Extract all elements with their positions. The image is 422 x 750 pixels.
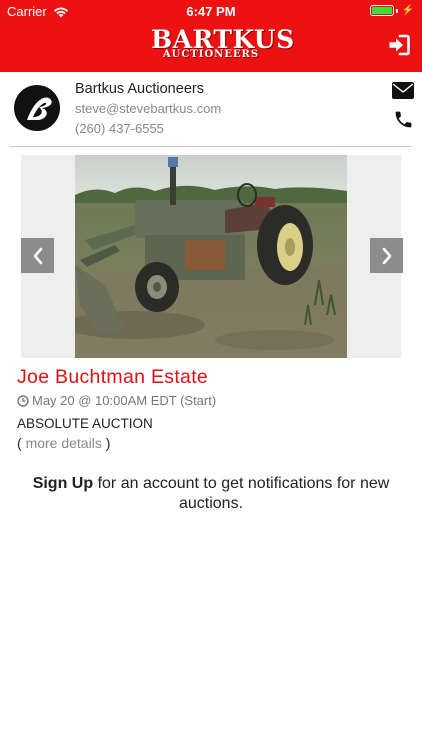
company-name: Bartkus Auctioneers [75,81,204,97]
chevron-right-icon [382,247,391,264]
tractor-photo[interactable] [75,155,347,358]
app-header: Carrier 6:47 PM ⚡ BARTKUS AUCTIONEERS [0,0,422,72]
status-bar: Carrier 6:47 PM ⚡ [0,0,422,22]
details-close-paren: ) [105,435,111,451]
more-details-link[interactable]: more details [26,435,102,451]
signup-text: for an account to get notifications for … [97,475,390,512]
sign-in-icon[interactable] [387,33,411,57]
profile-divider [10,146,412,147]
company-phone[interactable]: (260) 437-6555 [75,121,164,136]
charging-bolt-icon: ⚡ [401,5,414,16]
signup-message: Sign Up for an account to get notificati… [0,474,422,514]
status-time: 6:47 PM [186,4,236,19]
bartkus-logo: BARTKUS AUCTIONEERS [151,27,294,60]
envelope-icon[interactable] [392,82,414,99]
logo-sub-text: AUCTIONEERS [162,49,260,60]
clock-icon [17,394,29,407]
sign-up-link[interactable]: Sign Up [33,475,93,492]
battery-tip [395,8,398,13]
battery-fill [371,7,392,14]
details-row: ( more details ) [17,435,110,451]
phone-icon[interactable] [393,109,414,130]
carousel-next-button[interactable] [370,238,403,273]
auction-type: ABSOLUTE AUCTION [17,416,153,431]
company-logo-avatar [14,85,60,131]
auction-date-row: May 20 @ 10:00AM EDT (Start) [17,393,216,408]
company-email[interactable]: steve@stevebartkus.com [75,101,221,116]
auction-date: May 20 @ 10:00AM EDT (Start) [32,393,217,408]
auction-title[interactable]: Joe Buchtman Estate [17,366,208,389]
battery-icon [369,5,394,16]
chevron-left-icon [33,247,42,264]
carousel-prev-button[interactable] [21,238,54,273]
battery-indicator: ⚡ [369,5,414,16]
details-open-paren: ( [17,435,22,451]
